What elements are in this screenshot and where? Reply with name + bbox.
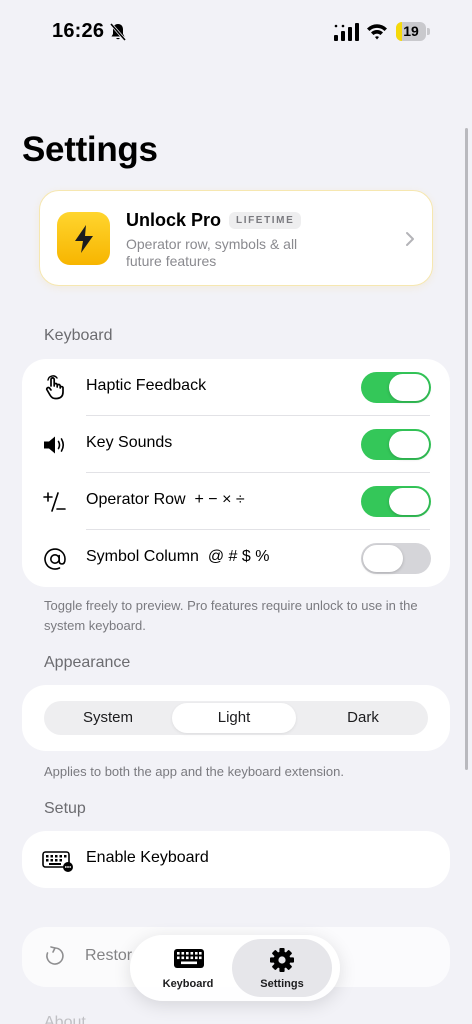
keyboard-section-header: Keyboard [44, 327, 113, 344]
segment-system[interactable]: System [46, 703, 170, 733]
tab-settings[interactable]: Settings [232, 939, 332, 997]
keyboard-settings-icon [42, 851, 73, 872]
keyboard-icon [174, 949, 204, 968]
plus-minus-icon [43, 492, 66, 512]
at-sign-icon [44, 548, 66, 570]
setup-group: Enable Keyboard [22, 831, 450, 888]
pro-icon-tile [57, 212, 110, 265]
operator-row-label: Operator Row + − × ÷ [86, 491, 245, 508]
symbol-column-label: Symbol Column @ # $ % [86, 548, 270, 565]
symbol-column-toggle[interactable] [361, 543, 431, 574]
lifetime-badge: LIFETIME [229, 212, 302, 229]
tab-settings-label: Settings [260, 978, 304, 990]
chevron-right-icon [406, 232, 414, 246]
unlock-pro-card[interactable]: Unlock Pro LIFETIME Operator row, symbol… [39, 190, 433, 286]
speaker-icon [44, 436, 65, 454]
appearance-footnote: Applies to both the app and the keyboard… [44, 764, 344, 779]
gear-icon [270, 948, 294, 972]
about-section-header: About [44, 1014, 86, 1024]
segment-dark[interactable]: Dark [301, 703, 425, 733]
cellular-signal-icon [334, 23, 359, 41]
pro-subtitle: Operator row, symbols & all future featu… [126, 236, 298, 269]
wifi-icon [367, 24, 387, 40]
segment-light[interactable]: Light [172, 703, 296, 733]
hand-tap-icon [45, 375, 64, 400]
operator-row-toggle[interactable] [361, 486, 431, 517]
symbol-column-row: Symbol Column @ # $ % [22, 530, 450, 587]
tab-bar: Keyboard Settings [130, 935, 340, 1001]
appearance-group: System Light Dark [22, 685, 450, 751]
haptic-feedback-toggle[interactable] [361, 372, 431, 403]
status-bar: 16:26 19 [0, 0, 472, 64]
pro-title: Unlock Pro [126, 210, 222, 230]
battery-indicator: 19 [396, 22, 430, 41]
scrollbar[interactable] [465, 128, 468, 770]
appearance-section-header: Appearance [44, 654, 131, 671]
key-sounds-toggle[interactable] [361, 429, 431, 460]
tab-keyboard-label: Keyboard [162, 978, 214, 990]
tab-keyboard[interactable]: Keyboard [138, 939, 238, 997]
page-title: Settings [22, 130, 158, 169]
haptic-feedback-label: Haptic Feedback [86, 377, 207, 394]
key-sounds-row: Key Sounds [22, 416, 450, 473]
lightning-bolt-icon [75, 225, 93, 253]
key-sounds-label: Key Sounds [86, 434, 173, 451]
operator-row-row: Operator Row + − × ÷ [22, 473, 450, 530]
appearance-segmented-control: System Light Dark [44, 701, 428, 735]
setup-section-header: Setup [44, 800, 86, 817]
enable-keyboard-row[interactable]: Enable Keyboard [22, 831, 450, 888]
enable-keyboard-label: Enable Keyboard [86, 849, 209, 866]
bell-slash-icon [109, 23, 127, 41]
keyboard-footnote: Toggle freely to preview. Pro features r… [44, 598, 418, 633]
status-time: 16:26 [52, 20, 105, 42]
battery-level: 19 [403, 23, 419, 39]
keyboard-settings-group: Haptic Feedback Key Sounds Operator Row … [22, 359, 450, 587]
haptic-feedback-row: Haptic Feedback [22, 359, 450, 416]
restore-arrow-icon [46, 946, 64, 965]
restore-label: Restor [85, 947, 133, 964]
